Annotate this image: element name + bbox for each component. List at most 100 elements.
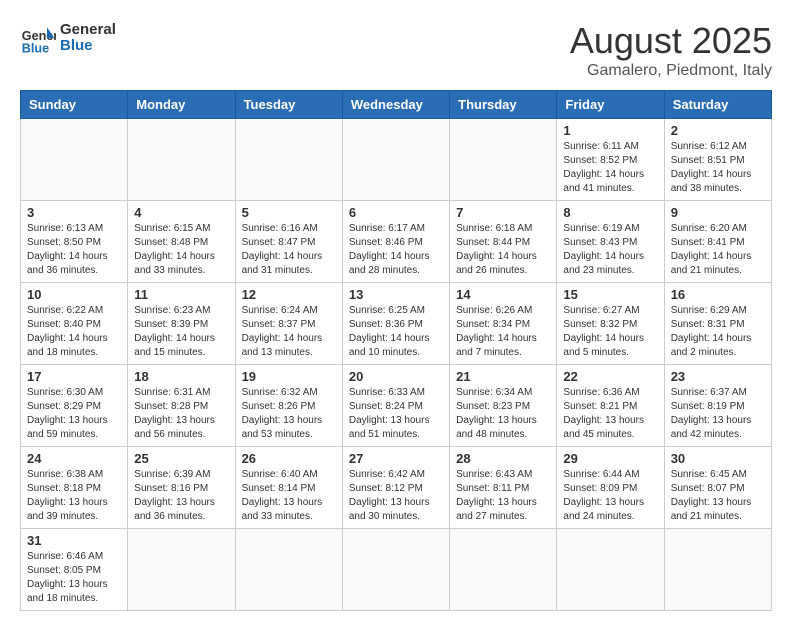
calendar-week-3: 10 Sunrise: 6:22 AM Sunset: 8:40 PM Dayli… [21, 283, 772, 365]
day-number: 8 [563, 205, 657, 220]
day-number: 23 [671, 369, 765, 384]
day-number: 21 [456, 369, 550, 384]
calendar-cell: 22Sunrise: 6:36 AM Sunset: 8:21 PM Dayli… [557, 365, 664, 447]
day-info: Sunrise: 6:11 AM Sunset: 8:52 PM Dayligh… [563, 140, 657, 196]
header: General Blue General Blue August 2025 Ga… [20, 20, 772, 80]
day-info: Sunrise: 6:13 AM Sunset: 8:50 PM Dayligh… [27, 222, 121, 278]
calendar-cell [128, 119, 235, 201]
day-info: Sunrise: 6:27 AM Sunset: 8:32 PM Dayligh… [563, 304, 657, 360]
day-number: 9 [671, 205, 765, 220]
logo-icon: General Blue [20, 20, 56, 56]
day-number: 25 [134, 451, 228, 466]
logo-text-blue: Blue [60, 38, 116, 55]
day-info: Sunrise: 6:25 AM Sunset: 8:36 PM Dayligh… [349, 304, 443, 360]
calendar-cell: 10 Sunrise: 6:22 AM Sunset: 8:40 PM Dayli… [21, 283, 128, 365]
weekday-header-saturday: Saturday [664, 91, 771, 119]
day-info: Sunrise: 6:34 AM Sunset: 8:23 PM Dayligh… [456, 386, 550, 442]
day-number: 18 [134, 369, 228, 384]
weekday-header-friday: Friday [557, 91, 664, 119]
calendar-cell: 9 Sunrise: 6:20 AM Sunset: 8:41 PM Daylig… [664, 201, 771, 283]
weekday-header-monday: Monday [128, 91, 235, 119]
calendar-cell [342, 529, 449, 611]
weekday-header-sunday: Sunday [21, 91, 128, 119]
day-number: 26 [242, 451, 336, 466]
calendar-cell: 19Sunrise: 6:32 AM Sunset: 8:26 PM Dayli… [235, 365, 342, 447]
day-number: 27 [349, 451, 443, 466]
day-info: Sunrise: 6:30 AM Sunset: 8:29 PM Dayligh… [27, 386, 121, 442]
day-info: Sunrise: 6:16 AM Sunset: 8:47 PM Dayligh… [242, 222, 336, 278]
calendar-week-1: 1 Sunrise: 6:11 AM Sunset: 8:52 PM Daylig… [21, 119, 772, 201]
day-number: 15 [563, 287, 657, 302]
day-info: Sunrise: 6:31 AM Sunset: 8:28 PM Dayligh… [134, 386, 228, 442]
calendar-cell: 5 Sunrise: 6:16 AM Sunset: 8:47 PM Daylig… [235, 201, 342, 283]
day-info: Sunrise: 6:37 AM Sunset: 8:19 PM Dayligh… [671, 386, 765, 442]
calendar-cell: 11 Sunrise: 6:23 AM Sunset: 8:39 PM Dayli… [128, 283, 235, 365]
day-info: Sunrise: 6:26 AM Sunset: 8:34 PM Dayligh… [456, 304, 550, 360]
day-number: 11 [134, 287, 228, 302]
weekday-header-row: SundayMondayTuesdayWednesdayThursdayFrid… [21, 91, 772, 119]
day-number: 5 [242, 205, 336, 220]
calendar-cell: 12 Sunrise: 6:24 AM Sunset: 8:37 PM Dayli… [235, 283, 342, 365]
calendar-cell: 30Sunrise: 6:45 AM Sunset: 8:07 PM Dayli… [664, 447, 771, 529]
day-number: 3 [27, 205, 121, 220]
day-info: Sunrise: 6:39 AM Sunset: 8:16 PM Dayligh… [134, 468, 228, 524]
day-number: 24 [27, 451, 121, 466]
logo: General Blue General Blue [20, 20, 116, 56]
day-info: Sunrise: 6:19 AM Sunset: 8:43 PM Dayligh… [563, 222, 657, 278]
day-number: 14 [456, 287, 550, 302]
day-info: Sunrise: 6:12 AM Sunset: 8:51 PM Dayligh… [671, 140, 765, 196]
svg-text:Blue: Blue [22, 41, 49, 55]
calendar-subtitle: Gamalero, Piedmont, Italy [570, 62, 772, 80]
calendar-cell: 24Sunrise: 6:38 AM Sunset: 8:18 PM Dayli… [21, 447, 128, 529]
calendar-table: SundayMondayTuesdayWednesdayThursdayFrid… [20, 90, 772, 611]
day-number: 28 [456, 451, 550, 466]
calendar-cell: 20Sunrise: 6:33 AM Sunset: 8:24 PM Dayli… [342, 365, 449, 447]
calendar-cell: 18 Sunrise: 6:31 AM Sunset: 8:28 PM Dayli… [128, 365, 235, 447]
calendar-cell: 26 Sunrise: 6:40 AM Sunset: 8:14 PM Dayli… [235, 447, 342, 529]
calendar-cell: 23 Sunrise: 6:37 AM Sunset: 8:19 PM Dayli… [664, 365, 771, 447]
logo-text-general: General [60, 22, 116, 39]
day-number: 6 [349, 205, 443, 220]
calendar-week-6: 31Sunrise: 6:46 AM Sunset: 8:05 PM Dayli… [21, 529, 772, 611]
calendar-cell: 17 Sunrise: 6:30 AM Sunset: 8:29 PM Dayli… [21, 365, 128, 447]
calendar-cell: 13 Sunrise: 6:25 AM Sunset: 8:36 PM Dayli… [342, 283, 449, 365]
calendar-header: SundayMondayTuesdayWednesdayThursdayFrid… [21, 91, 772, 119]
day-number: 13 [349, 287, 443, 302]
calendar-week-2: 3 Sunrise: 6:13 AM Sunset: 8:50 PM Daylig… [21, 201, 772, 283]
calendar-cell: 15 Sunrise: 6:27 AM Sunset: 8:32 PM Dayli… [557, 283, 664, 365]
day-info: Sunrise: 6:20 AM Sunset: 8:41 PM Dayligh… [671, 222, 765, 278]
calendar-cell [450, 119, 557, 201]
calendar-cell: 4Sunrise: 6:15 AM Sunset: 8:48 PM Daylig… [128, 201, 235, 283]
calendar-week-5: 24Sunrise: 6:38 AM Sunset: 8:18 PM Dayli… [21, 447, 772, 529]
calendar-body: 1 Sunrise: 6:11 AM Sunset: 8:52 PM Daylig… [21, 119, 772, 611]
calendar-cell [557, 529, 664, 611]
day-info: Sunrise: 6:40 AM Sunset: 8:14 PM Dayligh… [242, 468, 336, 524]
day-number: 17 [27, 369, 121, 384]
calendar-cell [342, 119, 449, 201]
day-number: 10 [27, 287, 121, 302]
day-info: Sunrise: 6:17 AM Sunset: 8:46 PM Dayligh… [349, 222, 443, 278]
day-number: 4 [134, 205, 228, 220]
calendar-cell [235, 119, 342, 201]
day-info: Sunrise: 6:44 AM Sunset: 8:09 PM Dayligh… [563, 468, 657, 524]
day-number: 1 [563, 123, 657, 138]
calendar-cell: 8 Sunrise: 6:19 AM Sunset: 8:43 PM Daylig… [557, 201, 664, 283]
day-number: 7 [456, 205, 550, 220]
day-info: Sunrise: 6:42 AM Sunset: 8:12 PM Dayligh… [349, 468, 443, 524]
day-info: Sunrise: 6:24 AM Sunset: 8:37 PM Dayligh… [242, 304, 336, 360]
calendar-cell: 27 Sunrise: 6:42 AM Sunset: 8:12 PM Dayli… [342, 447, 449, 529]
calendar-cell: 31Sunrise: 6:46 AM Sunset: 8:05 PM Dayli… [21, 529, 128, 611]
calendar-cell: 3 Sunrise: 6:13 AM Sunset: 8:50 PM Daylig… [21, 201, 128, 283]
calendar-cell: 29Sunrise: 6:44 AM Sunset: 8:09 PM Dayli… [557, 447, 664, 529]
day-number: 2 [671, 123, 765, 138]
day-number: 20 [349, 369, 443, 384]
calendar-cell [450, 529, 557, 611]
weekday-header-tuesday: Tuesday [235, 91, 342, 119]
day-info: Sunrise: 6:22 AM Sunset: 8:40 PM Dayligh… [27, 304, 121, 360]
calendar-cell [664, 529, 771, 611]
calendar-cell: 16Sunrise: 6:29 AM Sunset: 8:31 PM Dayli… [664, 283, 771, 365]
day-info: Sunrise: 6:23 AM Sunset: 8:39 PM Dayligh… [134, 304, 228, 360]
day-number: 12 [242, 287, 336, 302]
day-number: 31 [27, 533, 121, 548]
calendar-cell: 2 Sunrise: 6:12 AM Sunset: 8:51 PM Daylig… [664, 119, 771, 201]
